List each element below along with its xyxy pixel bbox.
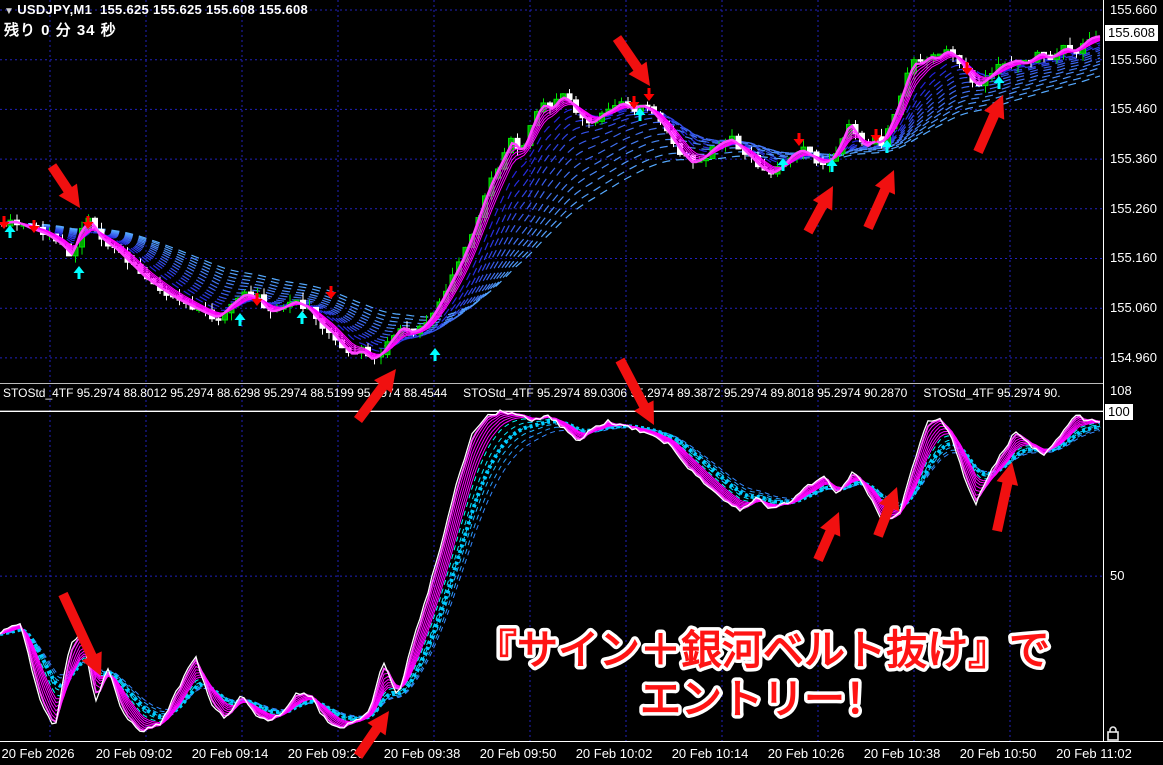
time-label: 20 Feb 10:02 (575, 746, 653, 761)
indicator-plot (0, 409, 1101, 733)
indicator-level-label: 50 (1110, 568, 1125, 583)
price-label: 155.360 (1110, 151, 1157, 166)
time-label: 20 Feb 10:14 (671, 746, 749, 761)
indicator-values-1: STOStd_4TF 95.2974 88.8012 95.2974 88.62… (3, 386, 448, 400)
main-chart-plot (0, 30, 1101, 365)
indicator-level-label: 108 (1110, 383, 1132, 398)
price-label: 155.160 (1110, 250, 1157, 265)
time-label: 20 Feb 11:02 (1056, 746, 1132, 761)
time-label: 20 Feb 09:26 (287, 746, 365, 761)
price-label: 154.960 (1110, 350, 1157, 365)
time-label: 20 Feb 09:38 (383, 746, 461, 761)
mt4-chart-window: 20 Feb 2026 20 Feb 09:02 20 Feb 09:14 20 Fe… (0, 0, 1163, 765)
time-label: 20 Feb 10:38 (863, 746, 941, 761)
indicator-values-3: STOStd_4TF 95.2974 90. (923, 386, 1061, 400)
indicator-value-tag: 100 (1105, 404, 1133, 420)
price-label: 155.260 (1110, 201, 1157, 216)
time-axis[interactable]: 20 Feb 2026 20 Feb 09:02 20 Feb 09:14 20 Fe… (0, 742, 1163, 765)
price-label: 155.060 (1110, 300, 1157, 315)
time-label: 20 Feb 09:02 (95, 746, 173, 761)
time-label: 20 Feb 10:26 (767, 746, 845, 761)
price-label: 155.560 (1110, 52, 1157, 67)
time-label: 20 Feb 10:50 (959, 746, 1037, 761)
indicator-header: STOStd_4TF 95.2974 88.8012 95.2974 88.62… (3, 386, 1103, 401)
chart-canvas[interactable] (0, 0, 1163, 765)
indicator-grid (0, 385, 1103, 741)
price-label: 155.460 (1110, 101, 1157, 116)
current-price-tag: 155.608 (1105, 25, 1158, 41)
price-label: 155.660 (1110, 2, 1157, 17)
indicator-values-2: STOStd_4TF 95.2974 89.0306 95.2974 89.38… (463, 386, 908, 400)
time-label: 20 Feb 09:50 (479, 746, 557, 761)
time-label: 20 Feb 09:14 (191, 746, 269, 761)
